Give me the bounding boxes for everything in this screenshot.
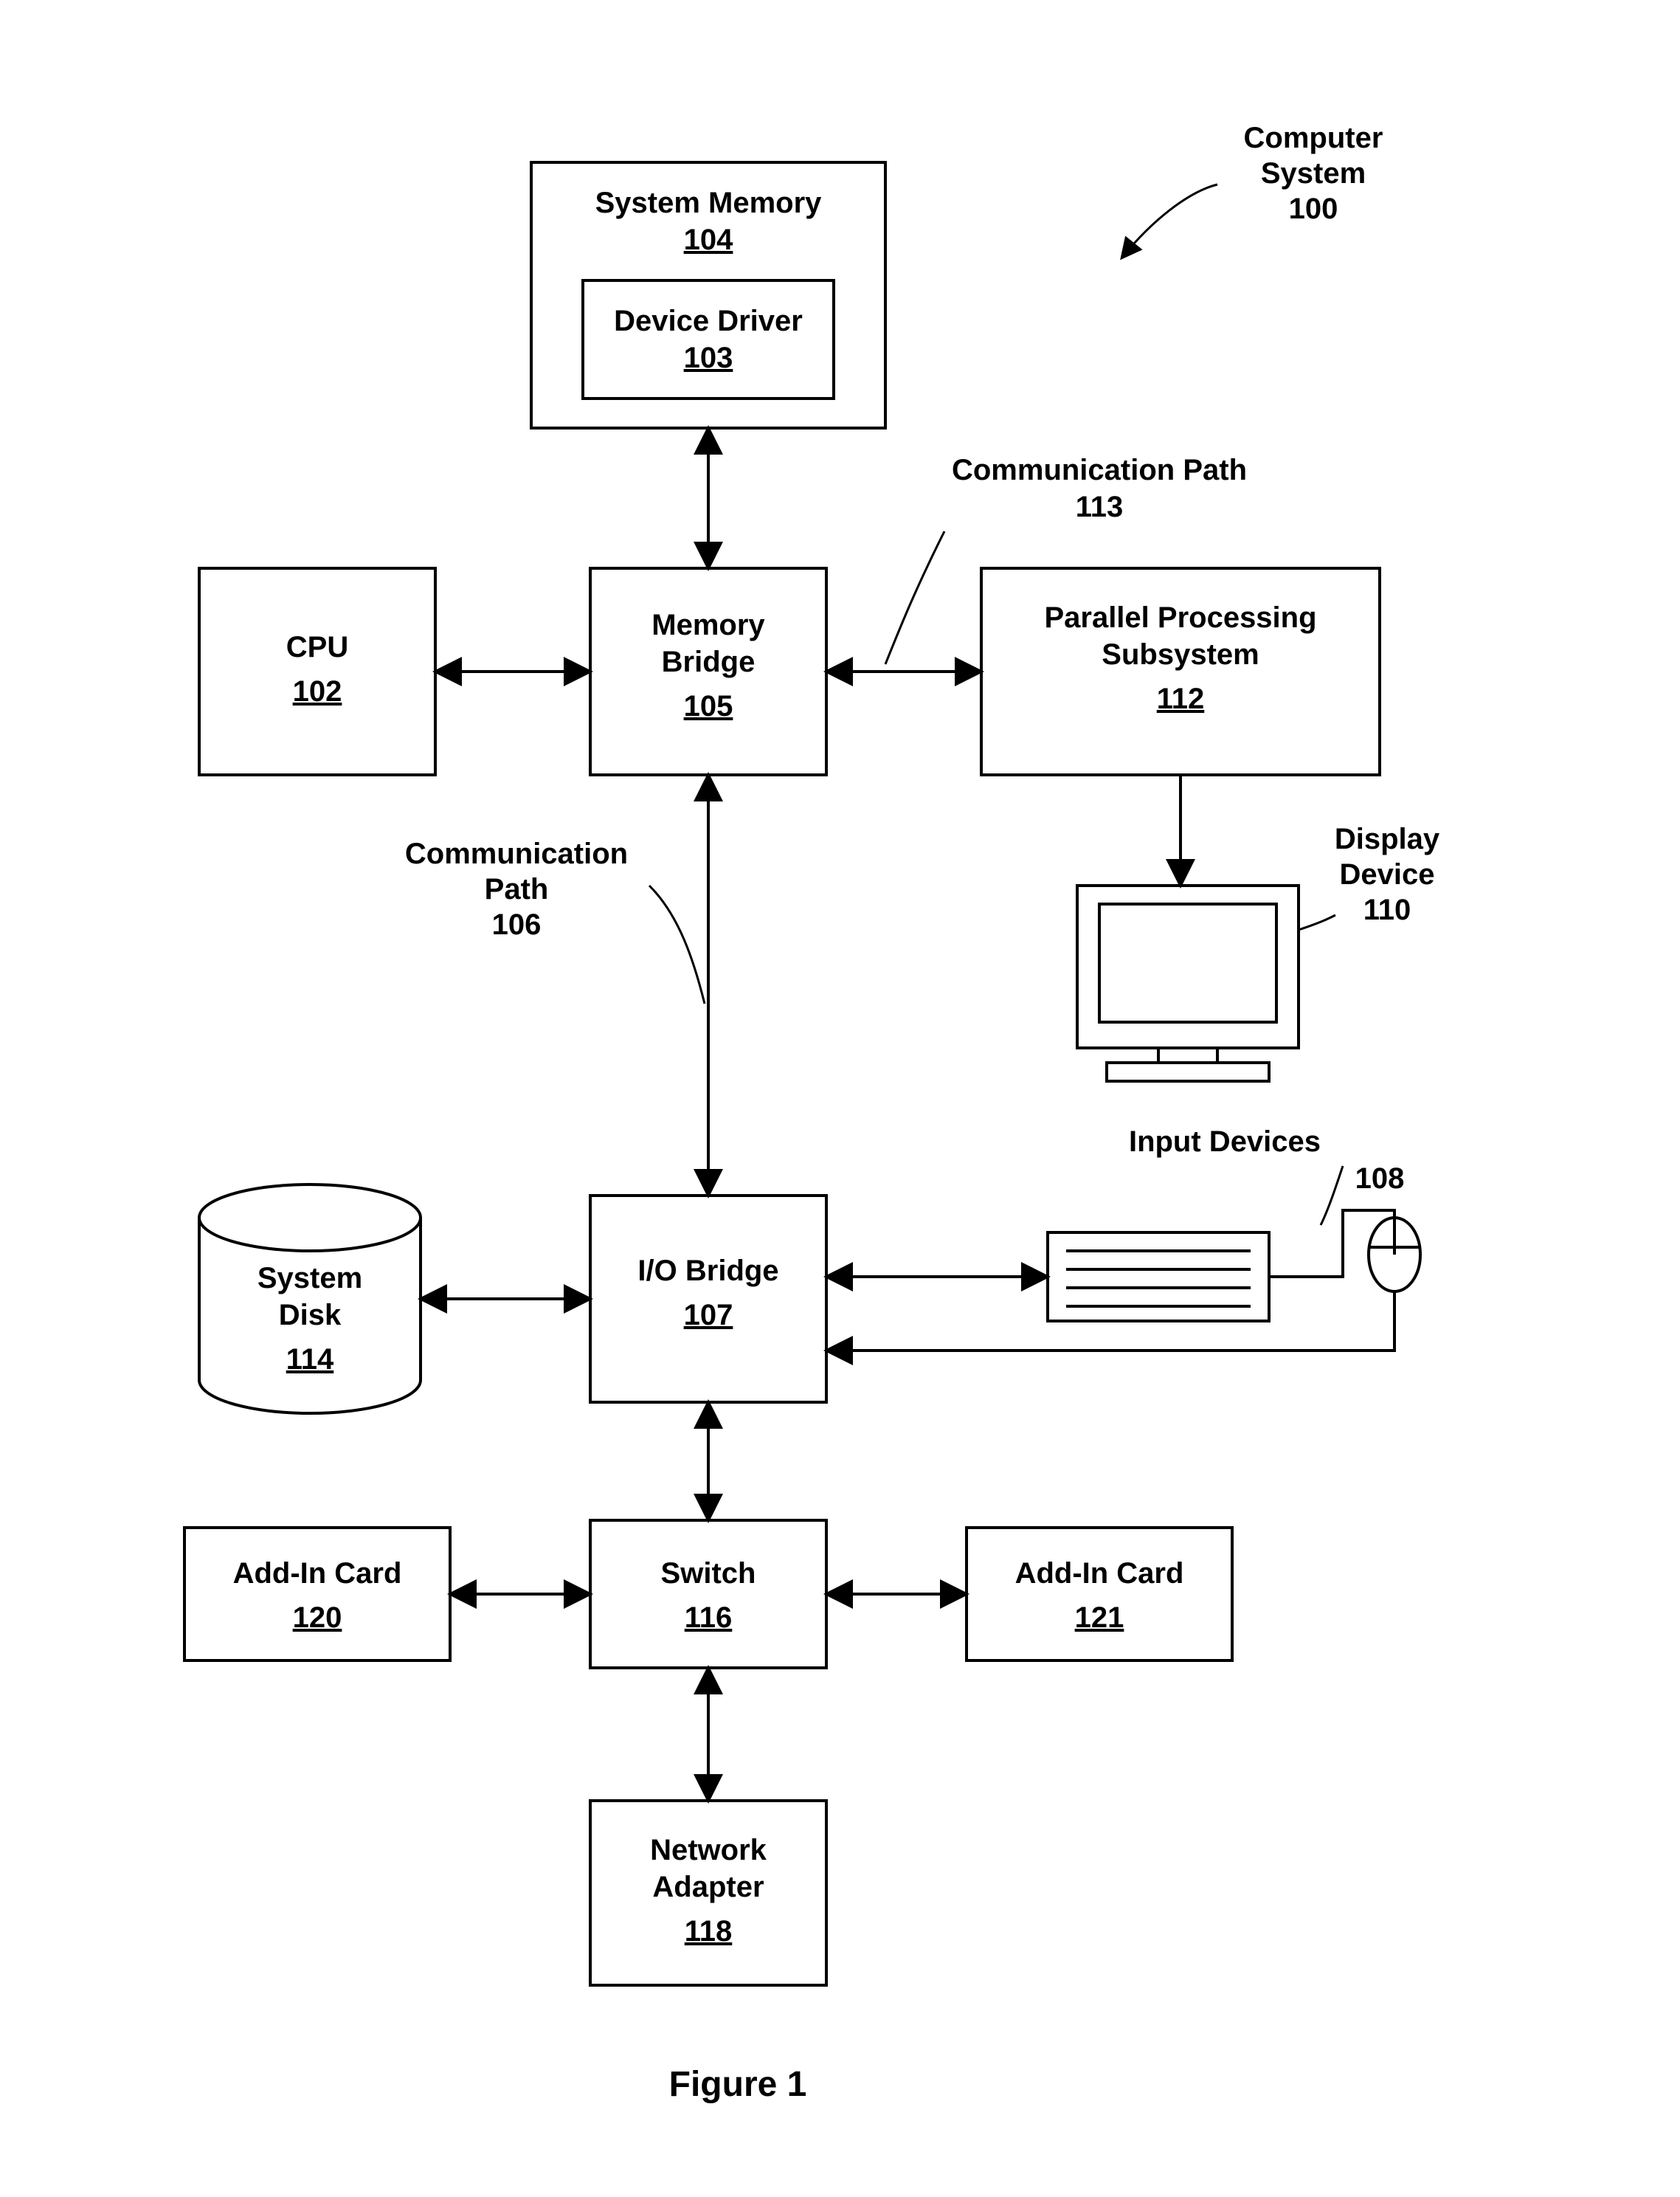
box-device-driver: Device Driver 103 <box>583 280 834 399</box>
box-system-memory: System Memory 104 Device Driver 103 <box>531 162 885 428</box>
overall-leader <box>1121 184 1217 258</box>
display-ref: 110 <box>1363 894 1411 926</box>
mouse-icon <box>1369 1218 1420 1291</box>
comm106-line1: Communication <box>405 838 628 870</box>
sysmem-title: System Memory <box>595 187 823 219</box>
sysdisk-ref: 114 <box>286 1343 334 1376</box>
cardR-title: Add-In Card <box>1015 1557 1184 1590</box>
box-cpu: CPU 102 <box>199 568 435 775</box>
box-memory-bridge: Memory Bridge 105 <box>590 568 826 775</box>
comm113-ref: 113 <box>1076 491 1124 523</box>
sysmem-ref: 104 <box>684 224 733 256</box>
input-devices: Input Devices 108 <box>826 1125 1420 1351</box>
overall-ref: 100 <box>1289 193 1338 225</box>
comm106-line2: Path <box>485 873 549 906</box>
sysdisk-line2: Disk <box>279 1299 342 1331</box>
figure-caption: Figure 1 <box>669 2065 807 2104</box>
driver-title: Device Driver <box>614 305 803 337</box>
box-switch: Switch 116 <box>590 1520 826 1668</box>
label-comm-106: Communication Path 106 <box>405 838 705 1004</box>
membridge-line2: Bridge <box>662 646 756 678</box>
membridge-line1: Memory <box>651 609 765 641</box>
netadp-line1: Network <box>650 1834 767 1866</box>
netadp-ref: 118 <box>685 1915 733 1948</box>
pps-line2: Subsystem <box>1102 638 1259 671</box>
comm113-label: Communication Path <box>952 454 1247 486</box>
switch-ref: 116 <box>685 1601 733 1634</box>
overall-label: Computer System 100 <box>1121 122 1383 258</box>
display-leader <box>1299 915 1335 930</box>
display-line1: Display <box>1335 823 1440 855</box>
box-pps: Parallel Processing Subsystem 112 <box>981 568 1380 775</box>
comm113-leader <box>885 531 944 664</box>
membridge-ref: 105 <box>684 690 733 722</box>
pps-ref: 112 <box>1157 683 1205 715</box>
cpu-title: CPU <box>286 631 348 663</box>
overall-label-line1: Computer <box>1244 122 1383 154</box>
inputdev-leader <box>1321 1166 1343 1225</box>
box-io-bridge: I/O Bridge 107 <box>590 1196 826 1402</box>
box-network-adapter: Network Adapter 118 <box>590 1801 826 1985</box>
diagram-canvas: Computer System 100 System Memory 104 De… <box>0 0 1680 2197</box>
box-addin-right: Add-In Card 121 <box>967 1528 1232 1660</box>
comm106-ref: 106 <box>492 908 542 941</box>
system-disk: System Disk 114 <box>199 1184 421 1413</box>
netadp-line2: Adapter <box>652 1871 764 1903</box>
box-addin-left: Add-In Card 120 <box>184 1528 450 1660</box>
inputdev-ref: 108 <box>1355 1162 1405 1195</box>
cpu-ref: 102 <box>293 675 342 708</box>
overall-label-line2: System <box>1261 157 1366 190</box>
iobridge-ref: 107 <box>684 1299 733 1331</box>
display-device: Display Device 110 <box>1077 823 1440 1081</box>
driver-ref: 103 <box>684 342 733 374</box>
inputdev-label: Input Devices <box>1129 1125 1321 1158</box>
iobridge-title: I/O Bridge <box>637 1255 778 1287</box>
monitor-icon <box>1077 886 1299 1081</box>
sysdisk-line1: System <box>257 1262 362 1294</box>
comm106-leader <box>649 886 705 1004</box>
cardR-ref: 121 <box>1075 1601 1124 1634</box>
switch-title: Switch <box>661 1557 756 1590</box>
keyboard-icon <box>1048 1232 1269 1321</box>
display-line2: Device <box>1340 858 1435 891</box>
pps-line1: Parallel Processing <box>1044 601 1316 634</box>
cardL-ref: 120 <box>293 1601 342 1634</box>
cardL-title: Add-In Card <box>233 1557 402 1590</box>
